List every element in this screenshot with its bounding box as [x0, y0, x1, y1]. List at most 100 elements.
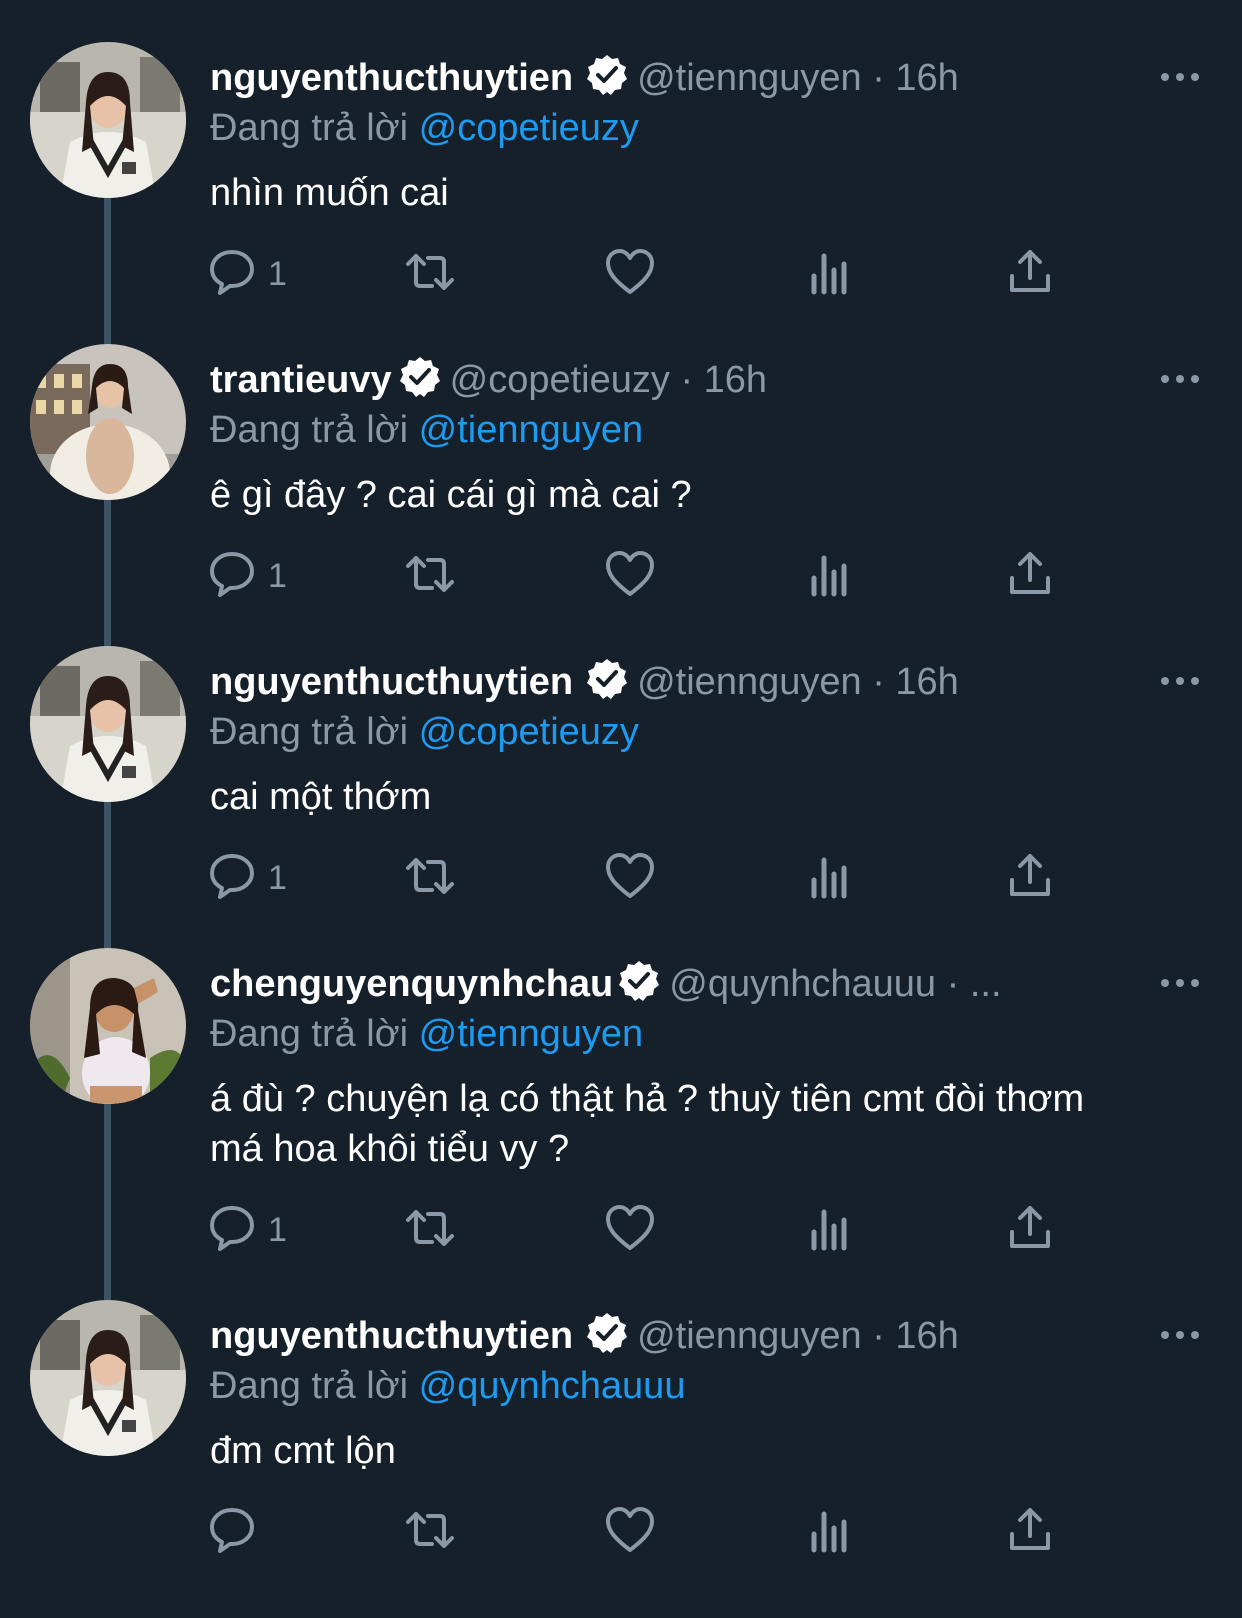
timestamp[interactable]: 16h [895, 57, 958, 99]
display-name[interactable]: trantieuvy [210, 359, 392, 401]
tweet-header: nguyenthucthuytien @tiennguyen · 16h [210, 656, 1082, 708]
verified-badge-icon [587, 1313, 628, 1353]
reply-icon [210, 854, 254, 899]
reply-prefix: Đang trả lời [210, 409, 409, 451]
tweet-text: cai một thớm [210, 776, 432, 818]
reply-count: 1 [268, 557, 287, 595]
more-icon[interactable] [1158, 958, 1202, 988]
like-button[interactable] [604, 246, 656, 306]
views-button[interactable] [804, 548, 856, 608]
action-bar: 1 [0, 548, 1242, 608]
reply-prefix: Đang trả lời [210, 711, 409, 753]
reply-prefix: Đang trả lời [210, 1013, 409, 1055]
share-button[interactable] [1004, 246, 1056, 306]
mention-link[interactable]: @copetieuzy [419, 711, 639, 753]
reply-context: Đang trả lời @tiennguyen [210, 1008, 643, 1060]
reply-context: Đang trả lời @copetieuzy [210, 102, 639, 154]
handle[interactable]: @tiennguyen [637, 57, 862, 99]
timestamp[interactable]: 16h [704, 359, 767, 401]
share-icon [1010, 552, 1050, 594]
like-icon [606, 249, 654, 294]
avatar[interactable] [30, 344, 186, 500]
display-name[interactable]: nguyenthucthuytien [210, 1315, 573, 1357]
more-icon[interactable] [1158, 1310, 1202, 1340]
action-bar: 1 [0, 850, 1242, 910]
like-button[interactable] [604, 1202, 656, 1262]
views-icon [811, 253, 847, 295]
tweet-text: ê gì đây ? cai cái gì mà cai ? [210, 474, 692, 516]
views-icon [811, 1511, 847, 1553]
retweet-button[interactable] [404, 1504, 456, 1564]
reply-icon [210, 1206, 254, 1251]
share-icon [1010, 1508, 1050, 1550]
timestamp[interactable]: 16h [895, 1315, 958, 1357]
mention-link[interactable]: @tiennguyen [419, 409, 644, 451]
handle[interactable]: @tiennguyen [637, 661, 862, 703]
handle[interactable]: @tiennguyen [637, 1315, 862, 1357]
retweet-button[interactable] [404, 1202, 456, 1262]
verified-badge-icon [619, 961, 660, 1001]
share-button[interactable] [1004, 1202, 1056, 1262]
action-bar: 1 [0, 246, 1242, 306]
verified-badge-icon [587, 55, 628, 95]
display-name[interactable]: nguyenthucthuytien [210, 661, 573, 703]
reply-button[interactable] [206, 1504, 306, 1564]
views-button[interactable] [804, 850, 856, 910]
retweet-icon [406, 556, 454, 592]
timestamp[interactable]: ... [970, 963, 1002, 1005]
reply-button[interactable]: 1 [206, 850, 306, 910]
mention-link[interactable]: @quynhchauuu [419, 1365, 686, 1407]
tweet-text: nhìn muốn cai [210, 172, 449, 214]
display-name[interactable]: nguyenthucthuytien [210, 57, 573, 99]
views-button[interactable] [804, 1202, 856, 1262]
share-icon [1010, 854, 1050, 896]
reply-icon [210, 1508, 254, 1553]
action-bar [0, 1504, 1242, 1564]
retweet-button[interactable] [404, 246, 456, 306]
tweet-header: trantieuvy @copetieuzy · 16h [210, 354, 1082, 406]
separator: · [872, 1315, 885, 1357]
more-icon[interactable] [1158, 354, 1202, 384]
share-icon [1010, 1206, 1050, 1248]
like-button[interactable] [604, 850, 656, 910]
reply-button[interactable]: 1 [206, 1202, 306, 1262]
mention-link[interactable]: @copetieuzy [419, 107, 639, 149]
mention-link[interactable]: @tiennguyen [419, 1013, 644, 1055]
retweet-button[interactable] [404, 850, 456, 910]
verified-badge-icon [399, 357, 440, 397]
share-button[interactable] [1004, 548, 1056, 608]
avatar[interactable] [30, 948, 186, 1104]
like-button[interactable] [604, 548, 656, 608]
share-icon [1010, 250, 1050, 292]
views-button[interactable] [804, 246, 856, 306]
retweet-icon [406, 1512, 454, 1548]
timestamp[interactable]: 16h [895, 661, 958, 703]
handle[interactable]: @quynhchauuu [669, 963, 936, 1005]
avatar[interactable] [30, 42, 186, 198]
display-name[interactable]: chenguyenquynhchau [210, 963, 613, 1005]
like-button[interactable] [604, 1504, 656, 1564]
share-button[interactable] [1004, 1504, 1056, 1564]
avatar[interactable] [30, 1300, 186, 1456]
views-icon [811, 555, 847, 597]
separator: · [946, 963, 960, 1005]
views-icon [811, 857, 847, 899]
reply-context: Đang trả lời @copetieuzy [210, 706, 639, 758]
like-icon [606, 1507, 654, 1552]
handle[interactable]: @copetieuzy [450, 359, 670, 401]
verified-badge-icon [587, 659, 628, 699]
like-icon [606, 551, 654, 596]
views-button[interactable] [804, 1504, 856, 1564]
more-icon[interactable] [1158, 52, 1202, 82]
reply-button[interactable]: 1 [206, 246, 306, 306]
reply-button[interactable]: 1 [206, 548, 306, 608]
more-icon[interactable] [1158, 656, 1202, 686]
avatar[interactable] [30, 646, 186, 802]
reply-prefix: Đang trả lời [210, 107, 409, 149]
retweet-button[interactable] [404, 548, 456, 608]
retweet-icon [406, 254, 454, 290]
tweet-header: chenguyenquynhchau @quynhchauuu · ... [210, 958, 1102, 1010]
retweet-icon [406, 1210, 454, 1246]
separator: · [872, 57, 885, 99]
share-button[interactable] [1004, 850, 1056, 910]
